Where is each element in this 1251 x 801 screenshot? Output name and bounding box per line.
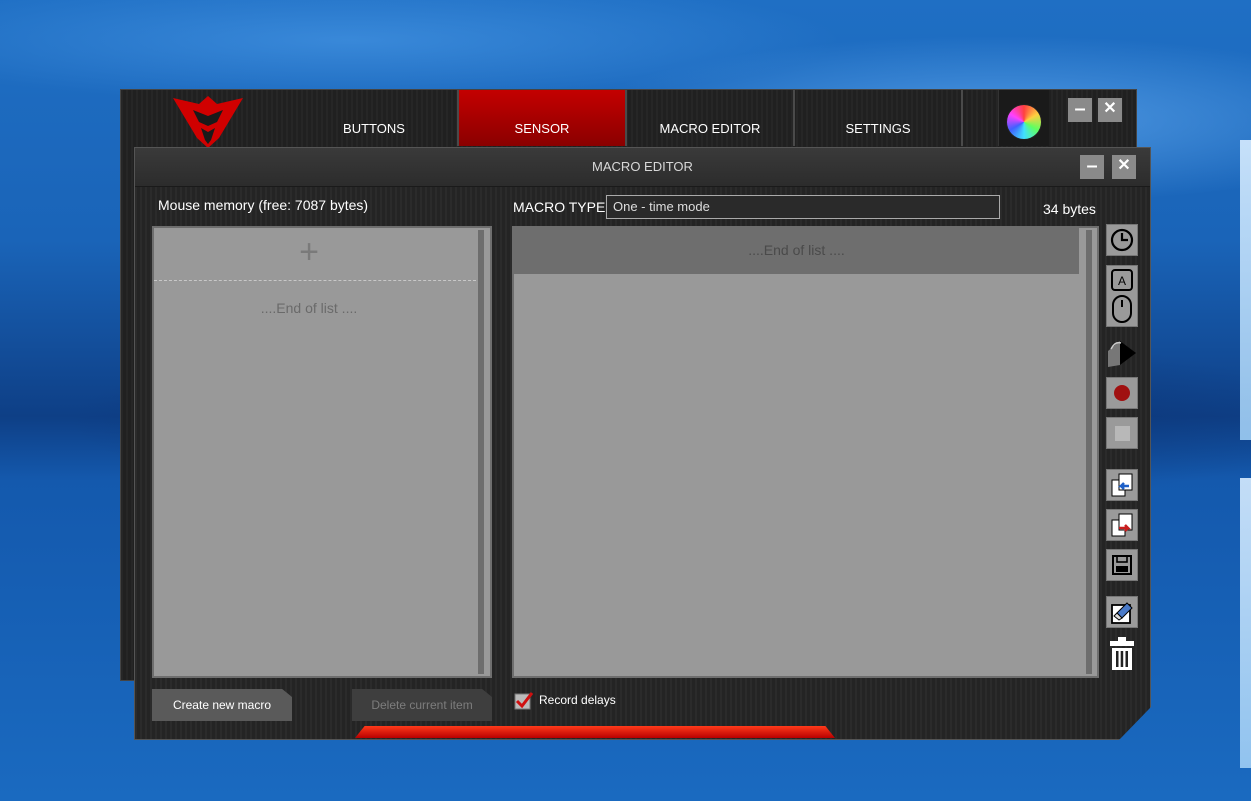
record-delays-checkbox[interactable]	[514, 691, 534, 711]
keyboard-key-icon: A	[1111, 269, 1133, 291]
macro-content-end-row[interactable]: ....End of list ....	[514, 228, 1079, 274]
macro-size-label: 34 bytes	[1043, 201, 1096, 217]
tab-sensor[interactable]: SENSOR	[459, 90, 627, 146]
macro-content-scrollbar[interactable]	[1086, 230, 1092, 674]
main-tab-bar: BUTTONS SENSOR MACRO EDITOR SETTINGS	[291, 90, 963, 146]
checkmark-icon	[514, 692, 534, 710]
main-close-button[interactable]: ✕	[1098, 98, 1122, 122]
export-macro-button[interactable]	[1106, 509, 1138, 541]
macro-type-select[interactable]: One - time mode	[606, 195, 1000, 219]
macro-list-scrollbar[interactable]	[478, 230, 484, 674]
record-button[interactable]	[1106, 377, 1138, 409]
color-wheel-icon[interactable]	[1007, 105, 1041, 139]
import-macro-button[interactable]	[1106, 469, 1138, 501]
stop-button[interactable]	[1106, 417, 1138, 449]
insert-delay-button[interactable]	[1106, 224, 1138, 256]
delete-current-item-button[interactable]: Delete current item	[352, 689, 492, 721]
macro-editor-dialog: MACRO EDITOR – ✕ Mouse memory (free: 708…	[134, 147, 1151, 740]
delete-macro-button[interactable]	[1106, 637, 1138, 670]
clock-icon	[1110, 228, 1134, 252]
cursor-move-icon	[1108, 341, 1136, 367]
macro-type-label: MACRO TYPE	[513, 199, 606, 215]
create-new-macro-button[interactable]: Create new macro	[152, 689, 292, 721]
macro-list-end-text: ....End of list ....	[260, 300, 358, 316]
macro-list-panel: + ....End of list ....	[152, 226, 492, 678]
brand-logo	[173, 96, 243, 148]
import-icon	[1111, 473, 1133, 497]
desktop-window-pane	[1240, 140, 1251, 440]
tab-macro-editor[interactable]: MACRO EDITOR	[627, 90, 795, 146]
macro-content-end-text: ....End of list ....	[748, 242, 845, 258]
mouse-icon	[1112, 295, 1132, 323]
tab-buttons[interactable]: BUTTONS	[291, 90, 459, 146]
macro-content-panel: ....End of list ....	[512, 226, 1099, 678]
main-minimize-button[interactable]: –	[1068, 98, 1092, 122]
save-macro-button[interactable]	[1106, 549, 1138, 581]
decorative-red-bar	[355, 726, 835, 738]
record-icon	[1114, 385, 1130, 401]
eraser-icon	[1111, 602, 1133, 624]
export-icon	[1111, 513, 1133, 537]
stop-icon	[1114, 425, 1130, 441]
dialog-title: MACRO EDITOR	[135, 148, 1150, 187]
dialog-minimize-button[interactable]: –	[1080, 155, 1104, 179]
insert-cursor-move-button[interactable]	[1106, 337, 1138, 369]
tab-settings[interactable]: SETTINGS	[795, 90, 963, 146]
desktop-window-pane	[1240, 478, 1251, 768]
record-delays-label: Record delays	[539, 693, 616, 707]
insert-key-mouse-button[interactable]: A	[1106, 265, 1138, 327]
trash-icon	[1110, 637, 1134, 670]
save-icon	[1112, 555, 1132, 575]
color-picker-area	[998, 90, 1049, 146]
mouse-memory-label: Mouse memory (free: 7087 bytes)	[158, 197, 369, 213]
add-macro-icon[interactable]: +	[154, 232, 464, 272]
dialog-close-button[interactable]: ✕	[1112, 155, 1136, 179]
list-divider	[154, 280, 476, 281]
clear-macro-button[interactable]	[1106, 596, 1138, 628]
svg-text:A: A	[1118, 274, 1126, 288]
